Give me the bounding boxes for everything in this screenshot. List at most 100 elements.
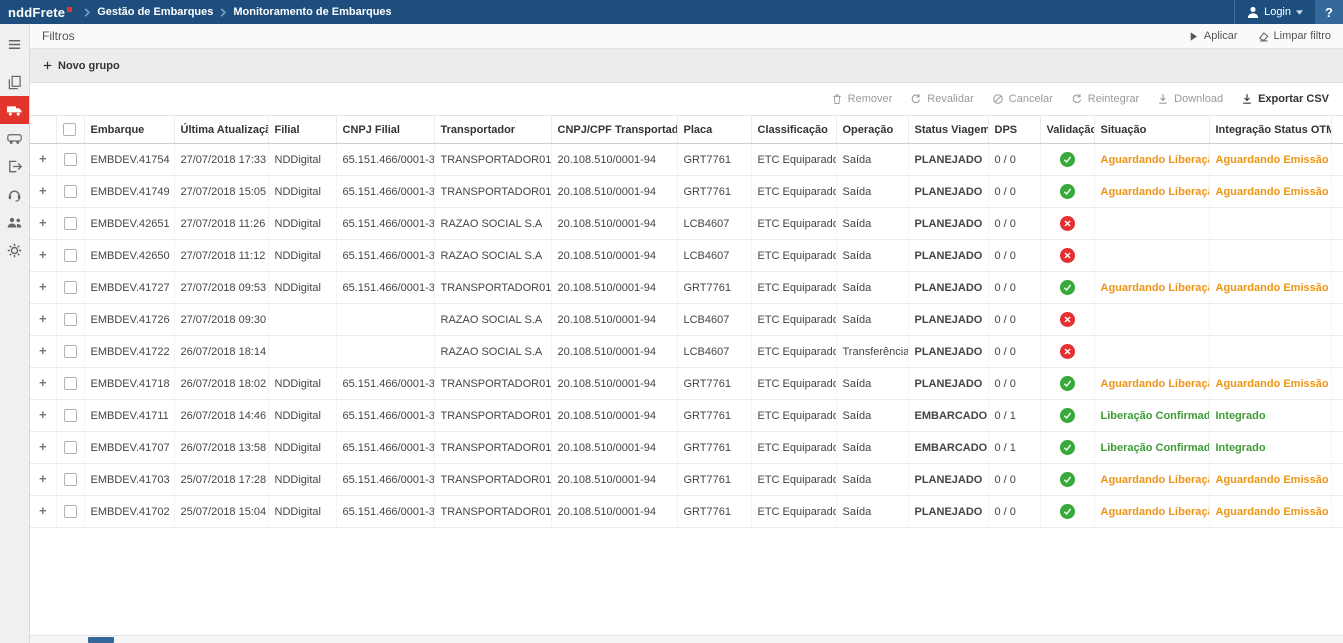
group-band: Novo grupo	[30, 49, 1343, 83]
expand-row-button[interactable]: +	[39, 439, 47, 454]
breadcrumb-item-gestao[interactable]: Gestão de Embarques	[97, 6, 213, 18]
row-checkbox[interactable]	[64, 249, 77, 262]
expand-row-button[interactable]: +	[39, 215, 47, 230]
cell-filial: NDDigital	[268, 368, 336, 400]
table-row[interactable]: +EMBDEV.4170726/07/2018 13:58NDDigital65…	[30, 432, 1343, 464]
cell-cnpj_filial: 65.151.466/0001-33	[336, 144, 434, 176]
sidebar-item-truck[interactable]	[0, 96, 29, 124]
sidebar-item-exit[interactable]	[0, 152, 29, 180]
row-checkbox[interactable]	[64, 409, 77, 422]
table-row[interactable]: +EMBDEV.4265027/07/2018 11:12NDDigital65…	[30, 240, 1343, 272]
column-header-embarque[interactable]: Embarque	[84, 116, 174, 144]
app-logo[interactable]: nddFrete	[0, 5, 84, 20]
expand-row-button[interactable]: +	[39, 343, 47, 358]
column-header--ltima-atualiza-o[interactable]: Última Atualização	[174, 116, 268, 144]
clear-filter-button[interactable]: Limpar filtro	[1258, 30, 1331, 42]
toolbar-cancelar-button[interactable]: Cancelar	[992, 93, 1053, 105]
cell-operacao: Saída	[836, 368, 908, 400]
login-menu[interactable]: Login	[1234, 0, 1315, 24]
scrollbar-thumb[interactable]	[88, 637, 114, 643]
breadcrumb-item-monitoramento[interactable]: Monitoramento de Embarques	[233, 6, 391, 18]
main-content: Filtros Aplicar Limpar filtro Novo grupo…	[30, 24, 1343, 643]
column-header-cnpj-cpf-transportador[interactable]: CNPJ/CPF Transportador	[551, 116, 677, 144]
table-row[interactable]: +EMBDEV.4172627/07/2018 09:30RAZAO SOCIA…	[30, 304, 1343, 336]
expand-row-button[interactable]: +	[39, 503, 47, 518]
sidebar-item-documents[interactable]	[0, 68, 29, 96]
toolbar-download-button[interactable]: Download	[1157, 93, 1223, 105]
select-all-checkbox[interactable]	[63, 123, 76, 136]
row-checkbox[interactable]	[64, 217, 77, 230]
sidebar-item-settings[interactable]	[0, 236, 29, 264]
cell-transportador: TRANSPORTADOR01	[434, 272, 551, 304]
cell-classificacao: ETC Equiparado	[751, 368, 836, 400]
table-row[interactable]: +EMBDEV.4171126/07/2018 14:46NDDigital65…	[30, 400, 1343, 432]
cell-cnpj_filial: 65.151.466/0001-33	[336, 240, 434, 272]
play-icon	[1188, 31, 1199, 42]
table-row[interactable]: +EMBDEV.4172226/07/2018 18:14RAZAO SOCIA…	[30, 336, 1343, 368]
expand-row-button[interactable]: +	[39, 375, 47, 390]
sidebar-item-users[interactable]	[0, 208, 29, 236]
row-checkbox[interactable]	[64, 185, 77, 198]
cell-dps: 0 / 0	[988, 496, 1040, 528]
sidebar-item-support[interactable]	[0, 180, 29, 208]
sidebar-item-menu[interactable]	[0, 30, 29, 58]
column-header-cnpj-filial[interactable]: CNPJ Filial	[336, 116, 434, 144]
row-checkbox[interactable]	[64, 441, 77, 454]
invalid-x-icon	[1060, 312, 1075, 327]
row-checkbox[interactable]	[64, 153, 77, 166]
table-row[interactable]: +EMBDEV.4265127/07/2018 11:26NDDigital65…	[30, 208, 1343, 240]
cell-filler	[1331, 368, 1343, 400]
expand-row-button[interactable]: +	[39, 311, 47, 326]
row-checkbox[interactable]	[64, 505, 77, 518]
cell-atualizacao: 27/07/2018 11:26	[174, 208, 268, 240]
toolbar-remover-button[interactable]: Remover	[831, 93, 893, 105]
filters-bar: Filtros Aplicar Limpar filtro	[30, 24, 1343, 49]
table-row[interactable]: +EMBDEV.4170225/07/2018 15:04NDDigital65…	[30, 496, 1343, 528]
column-header-placa[interactable]: Placa	[677, 116, 751, 144]
expand-row-button[interactable]: +	[39, 471, 47, 486]
shipments-table: EmbarqueÚltima AtualizaçãoFilialCNPJ Fil…	[30, 115, 1343, 528]
cell-operacao: Saída	[836, 144, 908, 176]
table-row[interactable]: +EMBDEV.4175427/07/2018 17:33NDDigital65…	[30, 144, 1343, 176]
expand-row-button[interactable]: +	[39, 183, 47, 198]
apply-filter-button[interactable]: Aplicar	[1188, 30, 1238, 42]
sidebar-item-vehicle[interactable]	[0, 124, 29, 152]
cell-integracao: Aguardando Emissão	[1209, 176, 1331, 208]
column-header-opera-o[interactable]: Operação	[836, 116, 908, 144]
toolbar-reintegrar-button[interactable]: Reintegrar	[1071, 93, 1139, 105]
column-header-status-viagem[interactable]: Status Viagem	[908, 116, 988, 144]
column-header-integra-o-status-otm[interactable]: Integração Status OTM	[1209, 116, 1331, 144]
table-row[interactable]: +EMBDEV.4174927/07/2018 15:05NDDigital65…	[30, 176, 1343, 208]
cell-cnpj_transportador: 20.108.510/0001-94	[551, 368, 677, 400]
row-checkbox[interactable]	[64, 313, 77, 326]
toolbar-revalidar-button[interactable]: Revalidar	[910, 93, 973, 105]
column-header-filial[interactable]: Filial	[268, 116, 336, 144]
expand-row-button[interactable]: +	[39, 279, 47, 294]
cell-integracao: Integrado	[1209, 432, 1331, 464]
table-row[interactable]: +EMBDEV.4171826/07/2018 18:02NDDigital65…	[30, 368, 1343, 400]
column-header-classifica-o[interactable]: Classificação	[751, 116, 836, 144]
expand-row-button[interactable]: +	[39, 407, 47, 422]
cell-validacao	[1040, 336, 1094, 368]
toolbar-exportar-csv-button[interactable]: Exportar CSV	[1241, 93, 1329, 105]
cell-placa: GRT7761	[677, 432, 751, 464]
table-row[interactable]: +EMBDEV.4170325/07/2018 17:28NDDigital65…	[30, 464, 1343, 496]
column-header-transportador[interactable]: Transportador	[434, 116, 551, 144]
row-checkbox[interactable]	[64, 345, 77, 358]
row-checkbox[interactable]	[64, 473, 77, 486]
row-checkbox[interactable]	[64, 377, 77, 390]
valid-check-icon	[1060, 504, 1075, 519]
cell-integracao	[1209, 336, 1331, 368]
column-header-situa-o[interactable]: Situação	[1094, 116, 1209, 144]
expand-row-button[interactable]: +	[39, 151, 47, 166]
column-header-valida-o[interactable]: Validação	[1040, 116, 1094, 144]
table-row[interactable]: +EMBDEV.4172727/07/2018 09:53NDDigital65…	[30, 272, 1343, 304]
table-header-row: EmbarqueÚltima AtualizaçãoFilialCNPJ Fil…	[30, 116, 1343, 144]
expand-row-button[interactable]: +	[39, 247, 47, 262]
column-header-dps[interactable]: DPS	[988, 116, 1040, 144]
row-checkbox[interactable]	[64, 281, 77, 294]
new-group-button[interactable]: Novo grupo	[42, 60, 120, 72]
help-button[interactable]: ?	[1315, 0, 1343, 24]
cell-atualizacao: 25/07/2018 17:28	[174, 464, 268, 496]
horizontal-scrollbar[interactable]	[30, 635, 1343, 643]
